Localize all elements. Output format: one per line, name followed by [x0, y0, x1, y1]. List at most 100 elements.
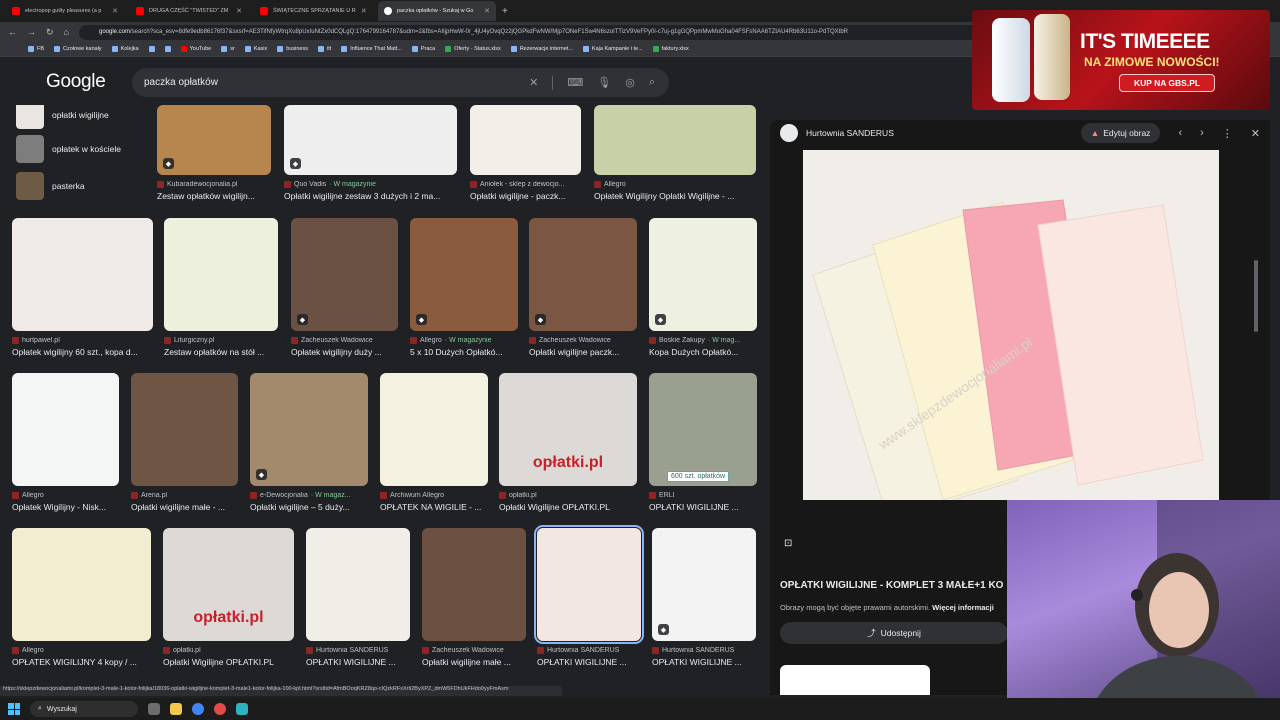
- result-source[interactable]: Aniołek - sklep z dewocjo...: [470, 181, 581, 188]
- result-source[interactable]: Allegro: [12, 492, 119, 499]
- result-title[interactable]: Opłatki wigilijne paczk...: [529, 347, 637, 357]
- chrome-icon[interactable]: [192, 703, 204, 715]
- related-search-oplatek-w-kosciele[interactable]: opłatek w kościele: [16, 131, 146, 167]
- result-title[interactable]: Kopa Dużych Opłatkó...: [649, 347, 757, 357]
- more-options-icon[interactable]: ⋮: [1222, 127, 1233, 140]
- result-title[interactable]: Zestaw opłatków na stół ...: [164, 347, 278, 357]
- back-icon[interactable]: ←: [8, 27, 17, 37]
- forward-icon[interactable]: →: [27, 27, 36, 37]
- image-result[interactable]: opłatki.pl opłatki.pl Opłatki Wigilijne OP…: [499, 373, 637, 512]
- result-source[interactable]: Arena.pl: [131, 492, 238, 499]
- image-result[interactable]: ◆ Hurtownia SANDERUS OPŁATKI WIGILIJNE ...: [652, 528, 756, 667]
- result-source[interactable]: Zacheuszek Wadowice: [529, 337, 637, 344]
- result-title[interactable]: Opłatek Wigilijny Opłatki Wigilijne - ..…: [594, 191, 756, 201]
- result-title[interactable]: Opłatek wigilijny duży ...: [291, 347, 398, 357]
- tab-3[interactable]: paczka opłatków - Szukaj w Go ✕: [378, 1, 496, 21]
- close-tab-icon[interactable]: ✕: [112, 7, 118, 15]
- bookmark[interactable]: Czołowe kanały: [54, 46, 102, 52]
- result-source[interactable]: Allegro: [12, 647, 151, 654]
- result-title[interactable]: 5 x 10 Dużych Opłatkó...: [410, 347, 518, 357]
- url-field[interactable]: google.com/search?sca_esv=8dfe9edb86176f…: [78, 24, 980, 40]
- edit-image-button[interactable]: ▲ Edytuj obraz: [1080, 123, 1161, 143]
- scrollbar[interactable]: [1254, 260, 1258, 332]
- result-source[interactable]: Kubaradewocjonalia.pl: [157, 181, 271, 188]
- result-thumbnail[interactable]: 600 szt. opłatków: [649, 373, 757, 486]
- result-source[interactable]: Boskie Zakupy · W mag...: [649, 337, 757, 344]
- reload-icon[interactable]: ↻: [46, 27, 54, 38]
- result-source[interactable]: Hurtownia SANDERUS: [537, 647, 641, 654]
- share-button[interactable]: ⤴ Udostępnij: [780, 622, 1008, 644]
- bookmark[interactable]: Influence That Matt...: [341, 46, 402, 52]
- result-source[interactable]: Allegro: [594, 181, 756, 188]
- tab-2[interactable]: ŚWIĄTECZNE SPRZĄTANIE U R ✕: [254, 1, 372, 21]
- tab-0[interactable]: electropop guilty pleasures (a p ✕: [6, 1, 124, 21]
- close-tab-icon[interactable]: ✕: [236, 7, 242, 15]
- result-source[interactable]: Zacheuszek Wadowice: [291, 337, 398, 344]
- result-source[interactable]: opłatki.pl: [163, 647, 294, 654]
- next-icon[interactable]: ›: [1200, 127, 1204, 139]
- result-thumbnail[interactable]: ◆: [284, 105, 457, 175]
- result-title[interactable]: Opłatek Wigilijny - Nisk...: [12, 502, 119, 512]
- result-thumbnail[interactable]: [306, 528, 410, 641]
- image-result[interactable]: 600 szt. opłatków ERLI OPŁATKI WIGILIJNE .…: [649, 373, 757, 512]
- bookmark[interactable]: Oferty - Status.xlsx: [445, 46, 501, 52]
- bookmark[interactable]: Kolejka: [111, 46, 139, 52]
- preview-image[interactable]: www.sklepzdewocjonaliami.pl: [803, 150, 1219, 500]
- preview-site-name[interactable]: Hurtownia SANDERUS: [806, 128, 894, 138]
- bookmark[interactable]: faktury.xlsx: [652, 46, 689, 52]
- task-view-icon[interactable]: [148, 703, 160, 715]
- new-tab-icon[interactable]: +: [502, 6, 508, 17]
- lens-icon[interactable]: ◎: [625, 76, 635, 89]
- result-title[interactable]: OPŁATEK NA WIGILIE - ...: [380, 502, 488, 512]
- result-title[interactable]: Opłatki wigilijne małe ...: [422, 657, 526, 667]
- close-tab-icon[interactable]: ✕: [484, 7, 490, 15]
- result-title[interactable]: OPŁATKI WIGILIJNE ...: [649, 502, 757, 512]
- close-icon[interactable]: ✕: [1251, 127, 1260, 140]
- image-result[interactable]: Archiwum Allegro OPŁATEK NA WIGILIE - ...: [380, 373, 488, 512]
- close-tab-icon[interactable]: ✕: [361, 7, 367, 15]
- bookmark[interactable]: [164, 46, 171, 52]
- image-result[interactable]: Allegro OPŁATEK WIGILIJNY 4 kopy / ...: [12, 528, 151, 667]
- bookmark[interactable]: YouTube: [180, 46, 211, 52]
- result-thumbnail[interactable]: ◆: [157, 105, 271, 175]
- previous-icon[interactable]: ‹: [1178, 127, 1182, 139]
- search-icon[interactable]: ⌕: [649, 76, 655, 89]
- result-thumbnail[interactable]: [164, 218, 278, 331]
- result-thumbnail[interactable]: [534, 525, 644, 644]
- result-thumbnail[interactable]: ◆: [250, 373, 368, 486]
- image-result[interactable]: Hurtownia SANDERUS OPŁATKI WIGILIJNE ...: [534, 525, 644, 667]
- result-title[interactable]: OPŁATKI WIGILIJNE ...: [537, 657, 641, 667]
- result-source[interactable]: Hurtownia SANDERUS: [652, 647, 756, 654]
- result-thumbnail[interactable]: opłatki.pl: [499, 373, 637, 486]
- result-thumbnail[interactable]: [594, 105, 756, 175]
- file-explorer-icon[interactable]: [170, 703, 182, 715]
- result-title[interactable]: Opłatki Wigilijne OPŁATKI.PL: [163, 657, 294, 667]
- bookmark[interactable]: [148, 46, 155, 52]
- windows-start-icon[interactable]: [8, 703, 20, 715]
- google-logo[interactable]: Google: [46, 71, 106, 93]
- image-result[interactable]: Allegro Opłatek Wigilijny Opłatki Wigilij…: [594, 105, 756, 201]
- tab-1[interactable]: DRUGA CZĘŚĆ "TWISTED" ZM ✕: [130, 1, 248, 21]
- result-thumbnail[interactable]: [131, 373, 238, 486]
- result-title[interactable]: Opłatki Wigilijne OPŁATKI.PL: [499, 502, 637, 512]
- result-title[interactable]: Opłatki wigilijne zestaw 3 dużych i 2 ma…: [284, 191, 457, 201]
- result-source[interactable]: Quo Vadis · W magazynie: [284, 181, 457, 188]
- result-source[interactable]: Allegro · W magazynie: [410, 337, 518, 344]
- result-thumbnail[interactable]: ◆: [649, 218, 757, 331]
- image-result[interactable]: ◆ Allegro · W magazynie 5 x 10 Dużych Opłat…: [410, 218, 518, 357]
- result-title[interactable]: Opłatki wigilijne małe - ...: [131, 502, 238, 512]
- image-result[interactable]: ◆ Zacheuszek Wadowice Opłatek wigilijny du…: [291, 218, 398, 357]
- search-input[interactable]: paczka opłatków: [144, 77, 218, 88]
- bookmark[interactable]: itt: [318, 46, 331, 52]
- result-source[interactable]: ERLI: [649, 492, 757, 499]
- result-title[interactable]: Zestaw opłatków wigilijn...: [157, 191, 271, 201]
- bookmark[interactable]: Praca: [411, 46, 435, 52]
- bookmark[interactable]: Rezerwacje internet...: [510, 46, 573, 52]
- result-source[interactable]: Liturgiczny.pl: [164, 337, 278, 344]
- result-title[interactable]: Opłatek wigilijny 60 szt., kopa d...: [12, 347, 153, 357]
- image-result[interactable]: ◆ e-Dewocjonalia · W magaz... Opłatki wigil…: [250, 373, 368, 512]
- microphone-icon[interactable]: 🎙: [597, 76, 611, 89]
- result-thumbnail[interactable]: ◆: [291, 218, 398, 331]
- app-icon[interactable]: [214, 703, 226, 715]
- result-thumbnail[interactable]: opłatki.pl: [163, 528, 294, 641]
